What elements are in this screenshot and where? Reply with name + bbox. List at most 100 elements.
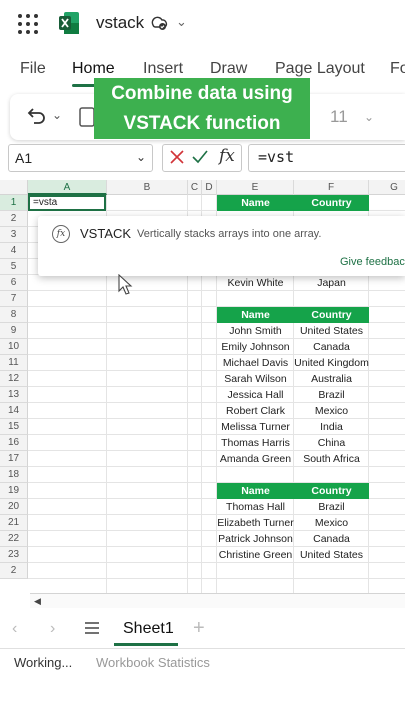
table-cell-name[interactable]: Amanda Green [217,451,294,467]
column-header-f[interactable]: F [294,180,369,195]
insert-function-icon[interactable]: fx [219,146,235,166]
row-header-4[interactable]: 4 [0,243,28,259]
table3-header-name: Name [217,483,294,499]
table-cell-name[interactable]: Thomas Hall [217,499,294,515]
table-cell-country[interactable]: Mexico [294,403,369,419]
active-sheet-indicator [114,643,178,646]
sheet-list-menu-icon[interactable] [85,622,99,634]
name-box-chevron-down-icon[interactable]: ⌄ [136,150,146,164]
row-header-2[interactable]: 2 [0,211,28,227]
table-cell-name[interactable]: Sarah Wilson [217,371,294,387]
table-cell-name[interactable]: Michael Davis [217,355,294,371]
table-cell-name[interactable]: Emily Johnson [217,339,294,355]
column-header-c[interactable]: C [188,180,202,195]
row-header-23[interactable]: 23 [0,547,28,563]
row-header-21[interactable]: 21 [0,515,28,531]
row-header-24[interactable]: 2 [0,563,28,579]
active-cell-text: =vsta [33,197,58,208]
table-cell-name[interactable]: Christine Green [217,547,294,563]
table-cell-country[interactable]: South Africa [294,451,369,467]
tab-file[interactable]: File [20,60,46,78]
table-cell-name[interactable]: Kevin White [217,275,294,291]
row-header-7[interactable]: 7 [0,291,28,307]
row-header-18[interactable]: 18 [0,467,28,483]
table3-header-country: Country [294,483,369,499]
column-header-a[interactable]: A [28,180,107,195]
table1-header-country: Country [294,195,369,211]
status-working: Working... [14,655,73,670]
table-cell-country[interactable]: Canada [294,531,369,547]
mouse-pointer-icon [118,274,133,295]
name-box-value: A1 [15,150,33,166]
row-header-10[interactable]: 10 [0,339,28,355]
table-cell-country[interactable]: United States [294,323,369,339]
table-cell-country[interactable]: Brazil [294,387,369,403]
font-size-chevron-down-icon[interactable]: ⌄ [364,110,374,124]
row-header-8[interactable]: 8 [0,307,28,323]
row-header-9[interactable]: 9 [0,323,28,339]
row-header-19[interactable]: 19 [0,483,28,499]
table-cell-name[interactable]: Patrick Johnson [217,531,294,547]
row-header-5[interactable]: 5 [0,259,28,275]
table-cell-country[interactable]: Brazil [294,499,369,515]
function-description: Vertically stacks arrays into one array. [137,228,322,240]
row-header-14[interactable]: 14 [0,403,28,419]
table-cell-name[interactable]: Jessica Hall [217,387,294,403]
undo-icon[interactable] [24,104,48,128]
tab-page-layout[interactable]: Page Layout [275,60,365,78]
row-header-22[interactable]: 22 [0,531,28,547]
table-cell-country[interactable]: Canada [294,339,369,355]
excel-logo-icon [59,12,79,34]
sheet-tab-sheet1[interactable]: Sheet1 [123,620,174,638]
row-header-13[interactable]: 13 [0,387,28,403]
font-size-value[interactable]: 11 [330,107,348,127]
table-cell-country[interactable]: Japan [294,275,369,291]
tab-insert[interactable]: Insert [143,60,183,78]
row-header-15[interactable]: 15 [0,419,28,435]
cancel-icon[interactable] [170,150,184,164]
table-cell-country[interactable]: Mexico [294,515,369,531]
row-header-3[interactable]: 3 [0,227,28,243]
table-cell-country[interactable]: United Kingdom [294,355,369,371]
title-chevron-down-icon[interactable]: ⌄ [176,14,187,30]
table-cell-name[interactable]: John Smith [217,323,294,339]
table-cell-country[interactable]: Australia [294,371,369,387]
table-cell-country[interactable]: United States [294,547,369,563]
row-header-16[interactable]: 16 [0,435,28,451]
column-header-e[interactable]: E [217,180,294,195]
add-sheet-plus-icon[interactable]: + [193,617,205,640]
row-header-1[interactable]: 1 [0,195,28,211]
undo-chevron-down-icon[interactable]: ⌄ [52,108,62,122]
table-cell-name[interactable]: Melissa Turner [217,419,294,435]
scroll-left-arrow-icon[interactable]: ◀ [34,596,41,607]
video-caption: Combine data using VSTACK function [94,78,310,139]
enter-checkmark-icon[interactable] [192,150,208,164]
tab-formulas[interactable]: Fo [390,60,405,78]
app-launcher-icon[interactable] [18,14,38,34]
tab-draw[interactable]: Draw [210,60,247,78]
table-cell-name[interactable]: Thomas Harris [217,435,294,451]
row-header-11[interactable]: 11 [0,355,28,371]
horizontal-scrollbar[interactable] [30,593,405,608]
table-cell-name[interactable]: Robert Clark [217,403,294,419]
row-header-17[interactable]: 17 [0,451,28,467]
workbook-statistics-button[interactable]: Workbook Statistics [96,655,210,670]
table-cell-country[interactable]: China [294,435,369,451]
sync-status-icon[interactable] [150,14,168,32]
previous-sheet-chevron-icon[interactable]: ‹ [12,620,17,638]
table-cell-country[interactable]: India [294,419,369,435]
function-suggestion-name[interactable]: VSTACK [80,226,131,241]
column-header-d[interactable]: D [202,180,217,195]
select-all-corner[interactable] [0,180,28,195]
column-header-b[interactable]: B [107,180,188,195]
row-header-12[interactable]: 12 [0,371,28,387]
give-feedback-link[interactable]: Give feedbac [340,256,405,268]
table-cell-name[interactable]: Elizabeth Turner [217,515,294,531]
row-header-20[interactable]: 20 [0,499,28,515]
next-sheet-chevron-icon[interactable]: › [50,620,55,638]
table1-header-name: Name [217,195,294,211]
tab-home[interactable]: Home [72,60,115,78]
document-title[interactable]: vstack [96,13,144,33]
column-header-g[interactable]: G [369,180,405,195]
row-header-6[interactable]: 6 [0,275,28,291]
